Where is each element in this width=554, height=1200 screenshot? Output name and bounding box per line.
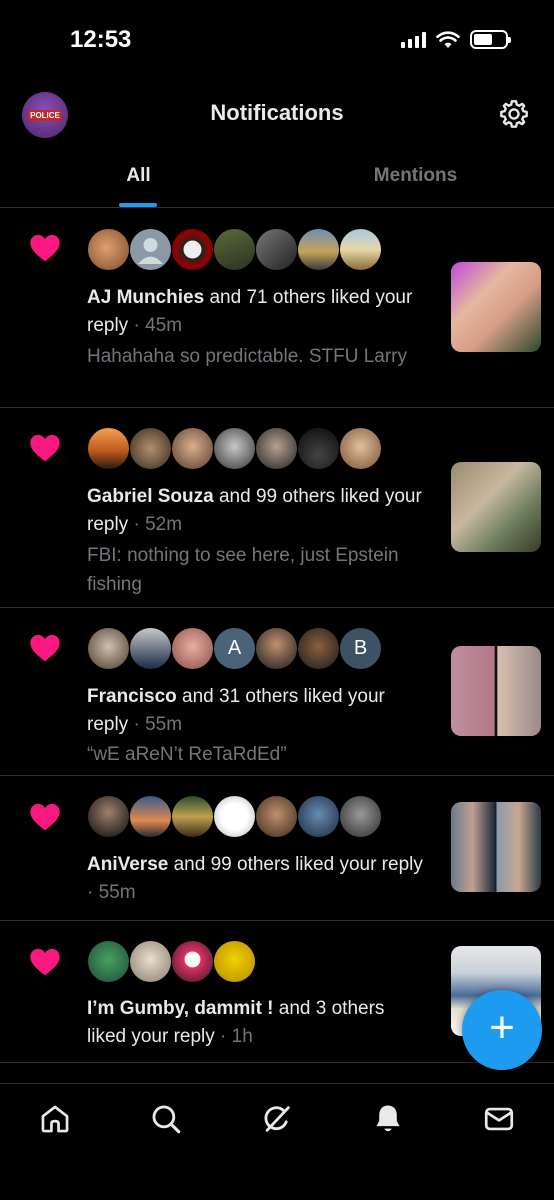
compose-button[interactable]: + [462,990,542,1070]
avatar[interactable] [88,796,129,837]
reply-snippet: “wE aReN’t ReTaRdEd” [87,744,287,765]
avatar[interactable] [298,428,339,469]
search-icon[interactable] [149,1102,183,1136]
avatar[interactable] [130,941,171,982]
avatar[interactable] [172,796,213,837]
avatar[interactable] [214,941,255,982]
heart-icon [30,948,60,976]
notification-text: I’m Gumby, dammit ! and 3 others liked y… [87,998,385,1047]
avatar[interactable] [172,428,213,469]
media-thumbnail[interactable] [451,262,541,352]
avatar[interactable] [256,428,297,469]
user-name[interactable]: Gabriel Souza [87,486,214,507]
timestamp: · 55m [87,882,136,903]
notification-item[interactable]: A B Francisco and 31 others liked your r… [0,608,554,776]
wifi-icon [436,30,460,48]
timestamp: · 45m [128,315,183,336]
avatar[interactable] [172,941,213,982]
avatar[interactable] [298,796,339,837]
tab-bar: All Mentions [0,150,554,208]
bottom-nav [0,1083,554,1200]
user-name[interactable]: AJ Munchies [87,287,204,308]
avatar[interactable] [340,229,381,270]
status-icons [401,30,511,49]
avatar[interactable] [130,796,171,837]
avatar-letter-b[interactable]: B [340,628,381,669]
media-thumbnail[interactable] [451,462,541,552]
notification-text: Gabriel Souza and 99 others liked your r… [87,486,422,535]
avatar[interactable] [340,428,381,469]
avatar[interactable] [130,628,171,669]
tab-all[interactable]: All [0,150,277,208]
gear-icon[interactable] [498,98,530,130]
reply-snippet: Hahahaha so predictable. STFU Larry [87,346,407,367]
user-name[interactable]: Francisco [87,686,177,707]
avatar[interactable] [214,796,255,837]
tab-indicator [119,203,157,207]
avatar[interactable] [172,229,213,270]
avatar[interactable] [214,428,255,469]
liker-avatars [88,796,381,837]
avatar-letter-a[interactable]: A [214,628,255,669]
notification-text: AJ Munchies and 71 others liked your rep… [87,287,413,336]
page-title: Notifications [210,100,344,125]
user-name[interactable]: AniVerse [87,854,168,875]
battery-icon [470,30,511,49]
mail-icon[interactable] [482,1102,516,1136]
avatar[interactable] [256,796,297,837]
user-name[interactable]: I’m Gumby, dammit ! [87,998,274,1019]
notification-text: Francisco and 31 others liked your reply… [87,686,385,735]
avatar[interactable] [298,628,339,669]
liker-avatars [88,229,381,270]
header: POLICE Notifications [0,80,554,150]
tab-mentions[interactable]: Mentions [277,150,554,208]
avatar[interactable] [88,941,129,982]
grok-icon[interactable] [260,1102,294,1136]
notification-item[interactable]: AniVerse and 99 others liked your reply … [0,776,554,921]
notification-item[interactable]: AJ Munchies and 71 others liked your rep… [0,209,554,408]
reply-snippet: FBI: nothing to see here, just Epstein f… [87,545,399,595]
timestamp: · 52m [128,514,183,535]
heart-icon [30,634,60,662]
media-thumbnail[interactable] [451,802,541,892]
heart-icon [30,234,60,262]
timestamp: · 1h [214,1026,253,1047]
avatar[interactable] [340,796,381,837]
avatar[interactable] [298,229,339,270]
status-time: 12:53 [70,26,132,53]
liker-avatars [88,941,255,982]
avatar[interactable] [256,229,297,270]
avatar[interactable] [256,628,297,669]
notification-item[interactable]: Gabriel Souza and 99 others liked your r… [0,408,554,608]
heart-icon [30,803,60,831]
home-icon[interactable] [38,1102,72,1136]
notification-text: AniVerse and 99 others liked your reply … [87,854,423,903]
timestamp: · 55m [128,714,183,735]
heart-icon [30,434,60,462]
avatar[interactable] [88,229,129,270]
avatar[interactable] [88,428,129,469]
liker-avatars [88,428,381,469]
avatar[interactable] [172,628,213,669]
avatar[interactable] [214,229,255,270]
avatar[interactable] [130,428,171,469]
status-bar: 12:53 [0,0,554,80]
avatar[interactable] [88,628,129,669]
avatar[interactable] [130,229,171,270]
bell-icon[interactable] [371,1102,405,1136]
liker-avatars: A B [88,628,381,669]
signal-icon [401,31,426,48]
media-thumbnail[interactable] [451,646,541,736]
